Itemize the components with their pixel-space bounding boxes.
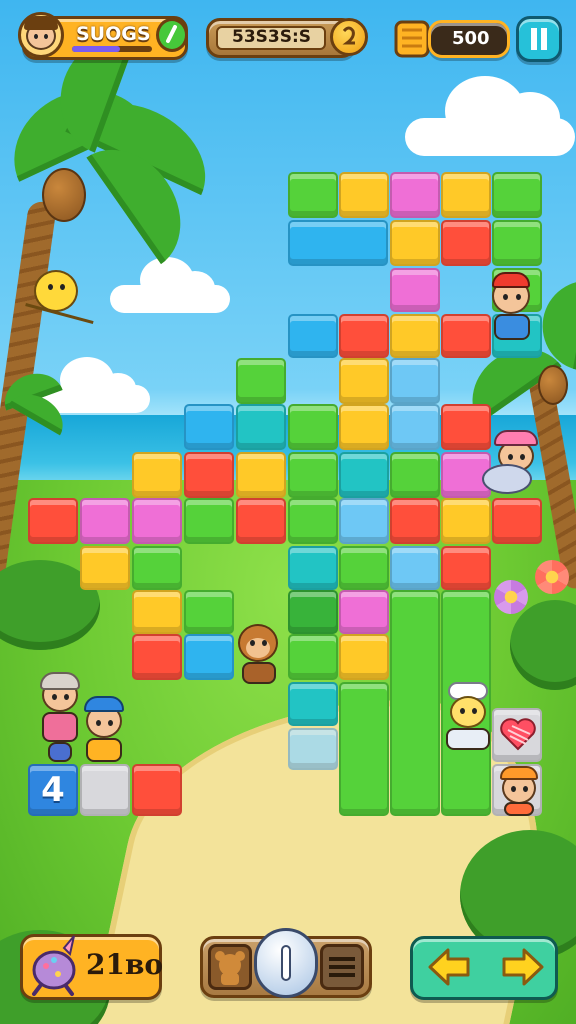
coin-medal-icon xyxy=(330,18,368,56)
block-green[interactable] xyxy=(288,172,338,218)
block-red[interactable] xyxy=(390,498,440,544)
score-text: 53S3S:S xyxy=(232,27,312,47)
block-green[interactable] xyxy=(184,590,234,634)
block-teal[interactable] xyxy=(288,546,338,590)
block-green[interactable] xyxy=(288,498,338,544)
character-boy-red-cap xyxy=(486,268,538,344)
block-board: 4 xyxy=(0,0,576,1024)
block-green[interactable] xyxy=(288,452,338,498)
block-yellow[interactable] xyxy=(441,498,491,544)
pause-icon xyxy=(531,28,547,50)
block-blue[interactable] xyxy=(184,634,234,680)
arrow-right-icon[interactable] xyxy=(500,944,546,990)
block-red[interactable] xyxy=(492,498,542,544)
block-lightblue[interactable] xyxy=(339,498,389,544)
moves-text: 21вo xyxy=(86,948,164,981)
block-yellow[interactable] xyxy=(390,314,440,358)
block-yellow[interactable] xyxy=(339,172,389,218)
block-paleblue[interactable] xyxy=(288,728,338,770)
character-boy-blue-cap xyxy=(80,696,128,764)
heart-icon[interactable] xyxy=(498,714,538,754)
arrow-left-icon[interactable] xyxy=(426,944,472,990)
block-grey[interactable] xyxy=(80,764,130,816)
block-pink[interactable] xyxy=(132,498,182,544)
block-green[interactable] xyxy=(492,172,542,218)
block-pink[interactable] xyxy=(80,498,130,544)
character-boy-orange-cap xyxy=(496,764,542,816)
toggle-knob-icon[interactable] xyxy=(254,928,318,998)
block-green[interactable] xyxy=(492,220,542,266)
block-green[interactable] xyxy=(288,404,338,450)
block-yellow[interactable] xyxy=(441,172,491,218)
block-green[interactable] xyxy=(132,546,182,590)
player-name: SUOGS xyxy=(76,23,151,45)
block-lightblue[interactable] xyxy=(390,358,440,404)
block-yellow[interactable] xyxy=(80,546,130,590)
block-yellow[interactable] xyxy=(132,452,182,498)
block-darkgreen[interactable] xyxy=(288,590,338,634)
block-red[interactable] xyxy=(28,498,78,544)
level-badge-number: 4 xyxy=(41,770,65,810)
coins-count: 500 xyxy=(452,28,490,49)
character-girl-grey-hair xyxy=(38,672,84,764)
block-blue[interactable] xyxy=(288,314,338,358)
block-red[interactable] xyxy=(441,220,491,266)
block-teal[interactable] xyxy=(236,404,286,450)
block-pink[interactable] xyxy=(390,268,440,312)
block-green[interactable] xyxy=(390,452,440,498)
block-red[interactable] xyxy=(236,498,286,544)
block-yellow[interactable] xyxy=(236,452,286,498)
block-yellow[interactable] xyxy=(390,220,440,266)
block-blue[interactable] xyxy=(184,404,234,450)
character-chef xyxy=(442,682,494,754)
game-scene: 4 SUOGS 53S3S:S 500 21вo xyxy=(0,0,576,1024)
block-red[interactable] xyxy=(339,314,389,358)
block-pink[interactable] xyxy=(390,172,440,218)
player-xp-bar xyxy=(72,46,152,52)
bear-icon[interactable] xyxy=(208,944,252,990)
character-yellow-bird xyxy=(24,262,94,332)
block-green[interactable] xyxy=(339,682,389,816)
block-pink[interactable] xyxy=(339,590,389,634)
character-cat-hat xyxy=(482,426,548,498)
block-green[interactable] xyxy=(339,546,389,590)
character-monkey xyxy=(232,622,288,686)
block-yellow[interactable] xyxy=(132,590,182,634)
player-avatar[interactable] xyxy=(16,10,66,64)
block-green[interactable] xyxy=(236,358,286,404)
level-badge-block[interactable]: 4 xyxy=(28,764,78,816)
block-green[interactable] xyxy=(390,590,440,816)
block-red[interactable] xyxy=(441,546,491,590)
pause-button[interactable] xyxy=(516,16,562,62)
block-green[interactable] xyxy=(184,498,234,544)
block-yellow[interactable] xyxy=(339,358,389,404)
block-red[interactable] xyxy=(441,314,491,358)
menu-lines-icon[interactable] xyxy=(320,944,364,990)
block-lightblue[interactable] xyxy=(390,404,440,450)
block-lightblue[interactable] xyxy=(390,546,440,590)
block-teal[interactable] xyxy=(339,452,389,498)
block-teal[interactable] xyxy=(288,682,338,726)
block-yellow[interactable] xyxy=(339,634,389,680)
block-red[interactable] xyxy=(184,452,234,498)
block-red[interactable] xyxy=(132,634,182,680)
block-green[interactable] xyxy=(288,634,338,680)
check-icon[interactable] xyxy=(156,18,188,52)
block-blue[interactable] xyxy=(288,220,388,266)
block-red[interactable] xyxy=(441,404,491,450)
toy-icon xyxy=(24,928,84,998)
block-red[interactable] xyxy=(132,764,182,816)
block-yellow[interactable] xyxy=(339,404,389,450)
